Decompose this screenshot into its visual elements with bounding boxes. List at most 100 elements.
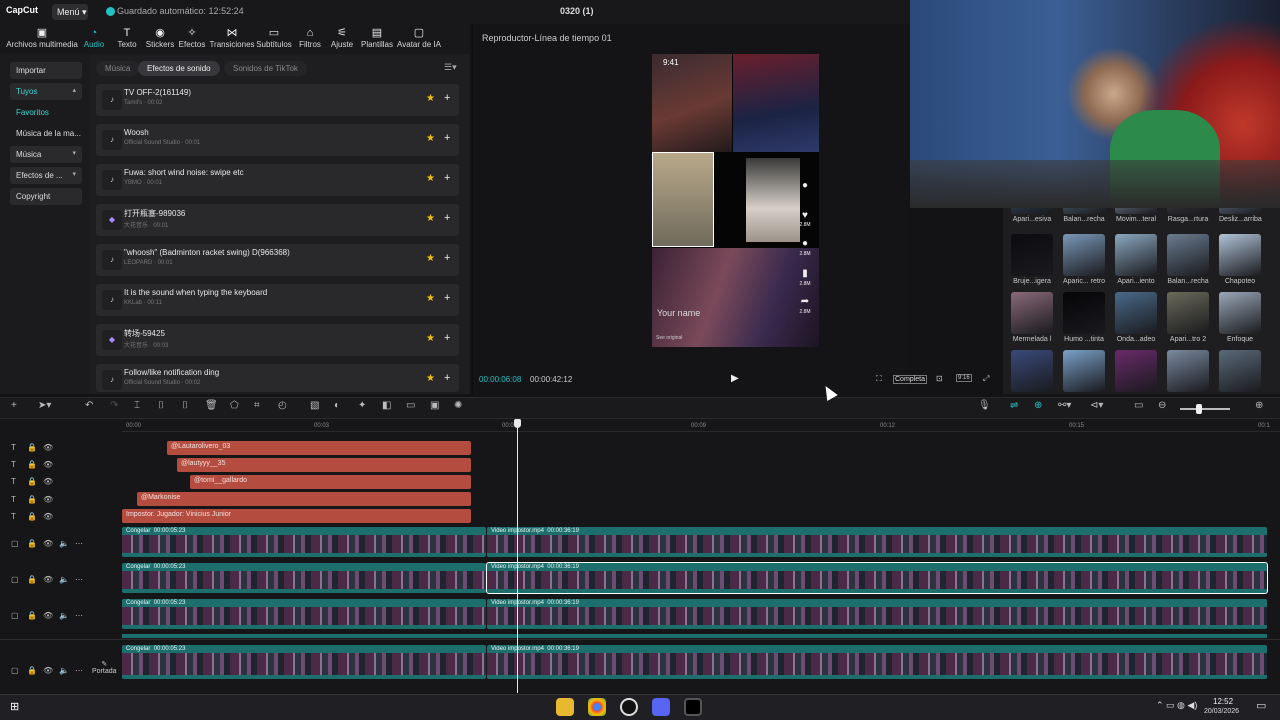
lock-icon[interactable]: 🔒 — [27, 666, 37, 675]
quality-button[interactable]: Completa — [893, 375, 927, 384]
sound-item[interactable]: ♪ TV OFF-2(161149) Tamil's · 00:02 ★ + — [96, 84, 459, 116]
effect-item[interactable] — [1115, 350, 1157, 394]
speaker-icon[interactable]: 🔈 — [59, 575, 69, 584]
text-clip[interactable]: @Lautarolivero_03 — [167, 441, 471, 455]
sound-item[interactable]: ◆ 打开瓶塞-989036 大花音乐 · 00:01 ★ + — [96, 204, 459, 236]
eye-icon[interactable]: 👁 — [43, 575, 53, 584]
speaker-icon[interactable]: 🔈 — [59, 666, 69, 675]
zoom-slider-handle[interactable] — [1196, 404, 1202, 414]
video-clip-main[interactable] — [486, 562, 1268, 594]
sidebar-item-favorites[interactable]: Favoritos — [10, 104, 82, 121]
video-clip-main[interactable] — [487, 599, 1267, 629]
redo-icon[interactable]: ↷ — [110, 400, 118, 411]
effect-item[interactable] — [1219, 350, 1261, 394]
favorite-star-icon[interactable]: ★ — [426, 253, 435, 264]
magic-icon[interactable]: ✦ — [358, 400, 366, 411]
tab-tiktok-sounds[interactable]: Sonidos de TikTok — [224, 61, 307, 76]
eye-icon[interactable]: 👁 — [43, 666, 53, 675]
eye-icon[interactable]: 👁 — [43, 443, 53, 452]
fullscreen-icon[interactable]: ⤢ — [983, 374, 989, 384]
tool-subtitles[interactable]: ▭ Subtítulos — [256, 27, 292, 49]
sound-item[interactable]: ◆ 转场-59425 大花音乐 · 00:03 ★ + — [96, 324, 459, 356]
eye-icon[interactable]: 👁 — [43, 477, 53, 486]
tool-text[interactable]: T Texto — [110, 27, 144, 49]
text-clip[interactable]: @tomi__gallardo — [190, 475, 471, 489]
tool-templates[interactable]: ▤ Plantillas — [359, 27, 395, 49]
favorite-star-icon[interactable]: ★ — [426, 373, 435, 384]
undo-icon[interactable]: ↶ — [85, 400, 93, 411]
add-icon[interactable]: + — [444, 92, 450, 104]
split-left-icon[interactable]: ⌷ — [158, 400, 164, 411]
lock-icon[interactable]: 🔒 — [27, 477, 37, 486]
tool-adjust[interactable]: ⚟ Ajuste — [328, 27, 356, 49]
image-icon[interactable]: ▣ — [430, 400, 439, 411]
split-right-icon[interactable]: ⌷ — [182, 400, 188, 411]
fit-icon[interactable]: ⊡ — [936, 374, 943, 383]
more-icon[interactable]: ⋯ — [75, 611, 83, 620]
play-button[interactable]: ▶ — [731, 373, 739, 384]
effect-item[interactable]: Bruje...igera — [1011, 234, 1053, 285]
video-clip-main[interactable] — [487, 527, 1267, 557]
windows-start-icon[interactable]: ⊞ — [10, 700, 19, 713]
sound-item[interactable]: ♪ Woosh Official Sound Studio · 00:01 ★ + — [96, 124, 459, 156]
crop-tool-icon[interactable]: ⌗ — [254, 400, 260, 411]
chain-icon[interactable]: ⚯▾ — [1058, 400, 1071, 411]
caption-icon[interactable]: ▭ — [406, 400, 415, 411]
menu-button[interactable]: Menú ▾ — [52, 4, 88, 20]
video-clip-partial[interactable] — [122, 634, 1267, 638]
magnet-icon[interactable]: ⊕ — [1034, 400, 1042, 411]
chrome-icon[interactable] — [588, 698, 606, 716]
add-icon[interactable]: + — [444, 212, 450, 224]
discord-icon[interactable] — [652, 698, 670, 716]
sound-item[interactable]: ♪ Follow/like notification ding Official S… — [96, 364, 459, 392]
effect-item[interactable]: Aparic... retro — [1063, 234, 1105, 285]
add-icon[interactable]: + — [444, 292, 450, 304]
add-icon[interactable]: + — [444, 132, 450, 144]
video-clip-main[interactable] — [487, 645, 1267, 679]
tool-media[interactable]: ▣ Archivos multimedia — [4, 27, 80, 49]
capcut-taskbar-icon[interactable] — [684, 698, 702, 716]
tool-audio[interactable]: ◔ Audio — [80, 27, 108, 49]
favorite-star-icon[interactable]: ★ — [426, 93, 435, 104]
sound-item[interactable]: ♪ Fuwa: short wind noise: swipe etc YBMO ·… — [96, 164, 459, 196]
eye-icon[interactable]: 👁 — [43, 611, 53, 620]
freeze-icon[interactable]: ▧ — [310, 400, 319, 411]
delete-icon[interactable]: 🗑 — [205, 400, 218, 411]
effect-item[interactable]: Apari...esiva — [1011, 208, 1053, 223]
microphone-icon[interactable]: 🎙 — [978, 400, 991, 411]
lock-icon[interactable]: 🔒 — [27, 512, 37, 521]
favorite-star-icon[interactable]: ★ — [426, 293, 435, 304]
tool-ai-avatar[interactable]: ▢ Avatar de IA — [396, 27, 442, 49]
text-clip[interactable]: Impostor. Jugador: Vinicius Junior — [122, 509, 471, 523]
speed-icon[interactable]: ◴ — [278, 400, 287, 411]
tool-stickers[interactable]: ◉ Stickers — [144, 27, 176, 49]
playhead[interactable] — [517, 421, 518, 693]
sound-item[interactable]: ♪ It is the sound when typing the keyboar… — [96, 284, 459, 316]
sidebar-item-import[interactable]: Importar — [10, 62, 82, 79]
effect-item[interactable]: Desliz...arriba — [1219, 208, 1262, 223]
add-track-icon[interactable]: + — [11, 400, 17, 411]
text-clip[interactable]: @lautyyy__35 — [177, 458, 471, 472]
ai-icon[interactable]: ✺ — [454, 400, 462, 411]
lock-icon[interactable]: 🔒 — [27, 495, 37, 504]
tool-transitions[interactable]: ⋈ Transiciones — [209, 27, 255, 49]
playhead-handle[interactable] — [514, 419, 521, 428]
effect-item[interactable]: Balan...recha — [1063, 208, 1105, 223]
effect-item[interactable]: Movim...teral — [1115, 208, 1157, 223]
ratio-button[interactable]: 9:16 — [956, 374, 972, 382]
mark-icon[interactable]: ⬠ — [230, 400, 239, 411]
effect-item[interactable]: Humo ...tinta — [1063, 292, 1105, 343]
file-explorer-icon[interactable] — [556, 698, 574, 716]
crop-icon[interactable]: ⛶ — [876, 374, 882, 384]
tray-icons[interactable]: ⌃ ▭ ◍ ◀) — [1156, 700, 1197, 711]
speaker-icon[interactable]: 🔈 — [59, 611, 69, 620]
mirror-icon[interactable]: ◐ — [334, 400, 340, 411]
lock-icon[interactable]: 🔒 — [27, 539, 37, 548]
effect-item[interactable]: Apari...iento — [1115, 234, 1157, 285]
favorite-star-icon[interactable]: ★ — [426, 173, 435, 184]
obs-icon[interactable] — [620, 698, 638, 716]
eye-icon[interactable]: 👁 — [43, 512, 53, 521]
add-icon[interactable]: + — [444, 172, 450, 184]
zoom-out-icon[interactable]: ⊖ — [1158, 400, 1166, 411]
filter-icon[interactable]: ☰▾ — [444, 62, 457, 73]
